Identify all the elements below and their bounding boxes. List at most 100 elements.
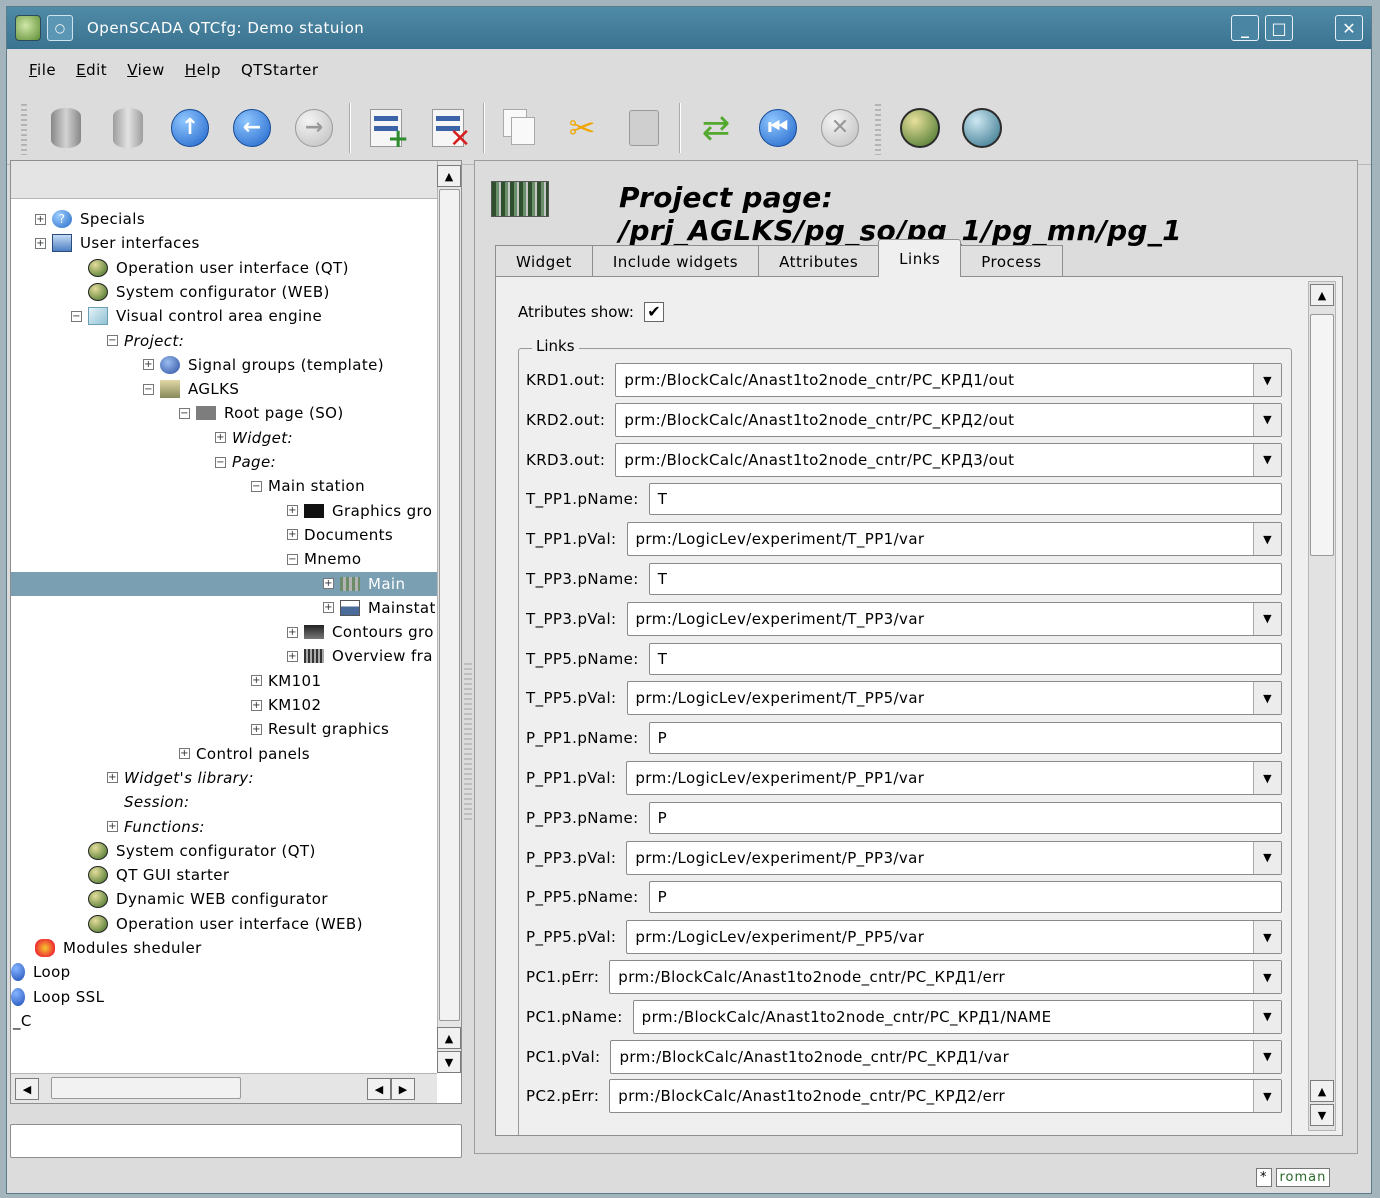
dropdown-arrow-icon[interactable]: ▼ (1253, 1000, 1281, 1033)
link-combobox[interactable]: prm:/BlockCalc/Anast1to2node_cntr/PC_КРД… (632, 999, 1282, 1034)
tree-item[interactable]: Dynamic WEB configurator (11, 887, 437, 911)
tree-item[interactable]: + Result graphics (11, 717, 437, 741)
expand-icon[interactable]: + (323, 578, 334, 589)
db-load-icon[interactable] (42, 104, 90, 152)
up-icon[interactable]: ↑ (166, 104, 214, 152)
link-value[interactable]: prm:/LogicLev/experiment/T_PP3/var (628, 610, 1254, 628)
tree-item[interactable]: + Signal groups (template) (11, 353, 437, 377)
link-value[interactable]: prm:/LogicLev/experiment/P_PP5/var (627, 928, 1253, 946)
add-item-icon[interactable]: + (362, 104, 410, 152)
link-text-field[interactable]: T (648, 642, 1282, 675)
link-combobox[interactable]: prm:/LogicLev/experiment/T_PP3/var ▼ (626, 601, 1282, 636)
link-value[interactable]: prm:/BlockCalc/Anast1to2node_cntr/PC_КРД… (616, 371, 1253, 389)
tab-widget[interactable]: Widget (495, 245, 593, 277)
tree-vertical-scrollbar[interactable]: ▲ ▲ ▼ (437, 161, 461, 1073)
collapse-icon[interactable]: − (179, 407, 190, 419)
scroll-right-icon[interactable]: ▶ (391, 1078, 415, 1100)
refresh-icon[interactable]: ⇄ (692, 104, 740, 152)
dropdown-arrow-icon[interactable]: ▼ (1253, 841, 1281, 874)
system-configurator-icon[interactable] (958, 104, 1006, 152)
dropdown-arrow-icon[interactable]: ▼ (1253, 921, 1281, 954)
scroll-up-icon-4[interactable]: ▲ (1310, 1080, 1334, 1102)
dropdown-arrow-icon[interactable]: ▼ (1253, 961, 1281, 993)
scroll-down-icon[interactable]: ▼ (437, 1051, 461, 1073)
link-value[interactable]: prm:/BlockCalc/Anast1to2node_cntr/PC_КРД… (610, 1087, 1253, 1105)
tree-item[interactable]: Loop (11, 960, 437, 984)
link-combobox[interactable]: prm:/BlockCalc/Anast1to2node_cntr/PC_КРД… (610, 1039, 1282, 1074)
expand-icon[interactable]: + (143, 359, 154, 371)
tree-item[interactable]: _C (11, 1009, 437, 1033)
tree-item[interactable]: Modules sheduler (11, 936, 437, 960)
link-combobox[interactable]: prm:/BlockCalc/Anast1to2node_cntr/PC_КРД… (615, 402, 1282, 437)
link-combobox[interactable]: prm:/LogicLev/experiment/T_PP1/var ▼ (626, 522, 1282, 557)
expand-icon[interactable]: + (251, 675, 262, 687)
collapse-icon[interactable]: − (287, 553, 298, 565)
tree-scroll-thumb[interactable] (439, 189, 460, 1021)
attributes-show-checkbox[interactable]: ✔ (643, 302, 664, 322)
menu-help[interactable]: Help (175, 61, 231, 79)
collapse-icon[interactable]: − (107, 335, 118, 346)
minimize-button[interactable]: _ (1231, 15, 1259, 41)
copy-icon[interactable] (496, 104, 544, 152)
collapse-icon[interactable]: − (251, 480, 262, 492)
tab-process[interactable]: Process (960, 245, 1063, 277)
dropdown-arrow-icon[interactable]: ▼ (1253, 364, 1281, 396)
tree-item[interactable]: Operation user interface (WEB) (11, 912, 437, 936)
tree-item[interactable]: Operation user interface (QT) (11, 256, 437, 280)
collapse-icon[interactable]: − (215, 456, 226, 468)
expand-icon[interactable]: + (35, 237, 46, 249)
link-value[interactable]: prm:/LogicLev/experiment/P_PP3/var (627, 849, 1253, 867)
tree-item[interactable]: Loop SSL (11, 985, 437, 1009)
tree-item[interactable]: + Widget's library: (11, 766, 437, 790)
expand-icon[interactable]: + (287, 626, 298, 638)
panel-splitter[interactable] (464, 660, 472, 820)
dropdown-arrow-icon[interactable]: ▼ (1253, 443, 1281, 476)
toolbar-grip[interactable] (21, 100, 27, 155)
link-combobox[interactable]: prm:/LogicLev/experiment/P_PP3/var ▼ (626, 840, 1282, 875)
link-combobox[interactable]: prm:/BlockCalc/Anast1to2node_cntr/PC_КРД… (609, 960, 1282, 994)
tree-info-field[interactable] (10, 1124, 462, 1158)
tree-item[interactable]: − Visual control area engine (11, 304, 437, 328)
toolbar-grip-2[interactable] (875, 100, 881, 155)
tree-item[interactable]: +? Specials (11, 207, 437, 231)
tree-item[interactable]: + Overview fra (11, 644, 437, 668)
tree-item[interactable]: + Contours gro (11, 620, 437, 644)
dropdown-arrow-icon[interactable]: ▼ (1253, 602, 1281, 635)
link-text-field[interactable]: T (648, 563, 1282, 595)
delete-item-icon[interactable]: ✕ (424, 104, 472, 152)
expand-icon[interactable]: + (107, 772, 118, 784)
tree-item[interactable]: + KM102 (11, 693, 437, 717)
expand-icon[interactable]: + (287, 529, 298, 541)
tree-item[interactable]: + User interfaces (11, 231, 437, 255)
expand-icon[interactable]: + (215, 432, 226, 444)
link-value[interactable]: prm:/BlockCalc/Anast1to2node_cntr/PC_КРД… (610, 968, 1253, 986)
stop-icon[interactable]: ✕ (816, 104, 864, 152)
expand-icon[interactable]: + (179, 748, 190, 760)
back-icon[interactable]: ← (228, 104, 276, 152)
link-combobox[interactable]: prm:/LogicLev/experiment/T_PP5/var ▼ (626, 681, 1282, 716)
tree-item[interactable]: + KM101 (11, 669, 437, 693)
tree-item[interactable]: − AGLKS (11, 377, 437, 401)
expand-icon[interactable]: + (35, 213, 46, 225)
cut-icon[interactable]: ✂ (558, 104, 606, 152)
menu-edit[interactable]: Edit (66, 61, 117, 79)
maximize-button[interactable]: □ (1265, 15, 1293, 41)
tree-horizontal-scrollbar[interactable]: ◀ ◀ ▶ (11, 1073, 437, 1103)
dropdown-arrow-icon[interactable]: ▼ (1253, 762, 1281, 794)
expand-icon[interactable]: + (251, 699, 262, 711)
tree-item[interactable]: + Mainstat (11, 596, 437, 620)
link-text-field[interactable]: T (648, 483, 1282, 516)
tree-hscroll-thumb[interactable] (51, 1077, 241, 1099)
collapse-icon[interactable]: − (71, 310, 82, 322)
link-value[interactable]: prm:/BlockCalc/Anast1to2node_cntr/PC_КРД… (616, 411, 1253, 429)
menu-qtstarter[interactable]: QTStarter (231, 61, 329, 79)
window-menu-icon[interactable]: ○ (47, 15, 73, 41)
expand-icon[interactable]: + (323, 602, 334, 614)
paste-icon[interactable] (620, 104, 668, 152)
collapse-icon[interactable]: − (143, 383, 154, 395)
tree-item[interactable]: − Root page (SO) (11, 401, 437, 425)
tree-item[interactable]: System configurator (QT) (11, 839, 437, 863)
link-value[interactable]: prm:/LogicLev/experiment/T_PP5/var (628, 689, 1254, 707)
navigation-tree[interactable]: +? Specials + User interfaces Operation user… (11, 201, 437, 1073)
scroll-left-icon-2[interactable]: ◀ (367, 1078, 391, 1100)
